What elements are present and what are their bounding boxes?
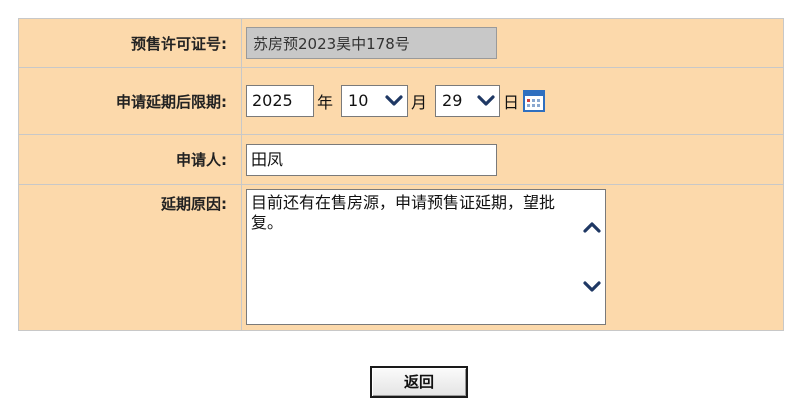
- calendar-icon[interactable]: [523, 90, 546, 112]
- month-unit-label: 月: [411, 93, 428, 112]
- presale-permit-label: 预售许可证号:: [18, 18, 242, 68]
- extension-form: 预售许可证号: 苏房预2023昊中178号 申请延期后限期: 2025 年 10…: [18, 18, 784, 331]
- month-value: 10: [348, 91, 369, 110]
- row-applicant: 申请人: 田凤: [18, 134, 784, 185]
- row-presale-permit: 预售许可证号: 苏房预2023昊中178号: [18, 18, 784, 68]
- page: 预售许可证号: 苏房预2023昊中178号 申请延期后限期: 2025 年 10…: [0, 0, 802, 406]
- year-unit-label: 年: [317, 93, 334, 112]
- month-select[interactable]: 10: [341, 85, 409, 117]
- day-select[interactable]: 29: [435, 85, 501, 117]
- chevron-down-icon: [477, 95, 495, 106]
- reason-scrollbar[interactable]: [579, 190, 605, 324]
- year-input[interactable]: 2025: [246, 85, 314, 117]
- extension-deadline-label: 申请延期后限期:: [18, 67, 242, 135]
- day-unit-label: 日: [503, 93, 520, 112]
- row-extension-deadline: 申请延期后限期: 2025 年 10 月 29 日: [18, 67, 784, 135]
- chevron-down-icon: [385, 95, 403, 106]
- date-picker: 2025 年 10 月 29 日: [246, 85, 783, 117]
- chevron-down-icon[interactable]: [583, 280, 601, 294]
- back-button[interactable]: 返回: [370, 366, 468, 398]
- row-reason: 延期原因: 目前还有在售房源，申请预售证延期，望批复。: [18, 184, 784, 331]
- presale-permit-field: 苏房预2023昊中178号: [246, 27, 497, 59]
- applicant-label: 申请人:: [18, 134, 242, 185]
- chevron-up-icon[interactable]: [583, 220, 601, 234]
- day-value: 29: [442, 91, 463, 110]
- reason-label: 延期原因:: [18, 184, 242, 331]
- applicant-input[interactable]: 田凤: [246, 143, 497, 176]
- reason-text: 目前还有在售房源，申请预售证延期，望批复。: [251, 193, 556, 232]
- reason-textarea[interactable]: 目前还有在售房源，申请预售证延期，望批复。: [246, 189, 606, 325]
